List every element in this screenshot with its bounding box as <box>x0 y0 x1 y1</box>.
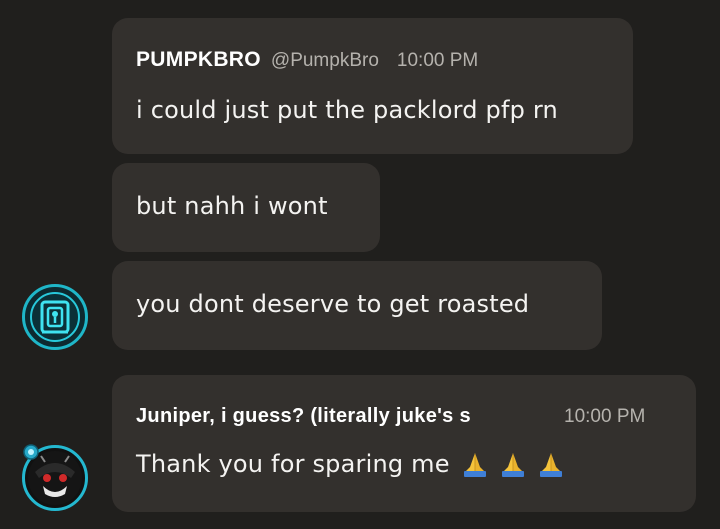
author-name[interactable]: Juniper, i guess? (literally juke's s <box>136 405 548 428</box>
message-bubble[interactable]: you dont deserve to get roasted <box>112 261 602 350</box>
message-bubble[interactable]: but nahh i wont <box>112 163 380 252</box>
avatar[interactable] <box>22 444 88 511</box>
author-name[interactable]: PUMPKBRO <box>136 48 261 72</box>
badge-icon <box>23 444 39 460</box>
message-bubble[interactable]: PUMPKBRO @PumpkBro 10:00 PM i could just… <box>112 18 633 154</box>
emoji-group <box>458 449 566 479</box>
message-text-row: Thank you for sparing me <box>136 449 566 479</box>
message-text: but nahh i wont <box>136 192 328 220</box>
folded-hands-icon <box>539 453 562 477</box>
folded-hands-icon <box>501 453 524 477</box>
message-text: i could just put the packlord pfp rn <box>136 96 558 124</box>
folded-hands-icon <box>463 453 486 477</box>
author-handle[interactable]: @PumpkBro <box>271 50 379 72</box>
message-text: Thank you for sparing me <box>136 450 450 478</box>
message-timestamp: 10:00 PM <box>564 406 646 427</box>
message-header: PUMPKBRO @PumpkBro 10:00 PM <box>136 48 478 72</box>
message-timestamp: 10:00 PM <box>396 50 479 71</box>
avatar[interactable] <box>22 284 88 350</box>
message-text: you dont deserve to get roasted <box>136 290 530 318</box>
message-header: Juniper, i guess? (literally juke's s 10… <box>136 405 672 428</box>
cyan-maze-logo-icon <box>30 292 80 342</box>
message-bubble[interactable]: Juniper, i guess? (literally juke's s 10… <box>112 375 696 512</box>
